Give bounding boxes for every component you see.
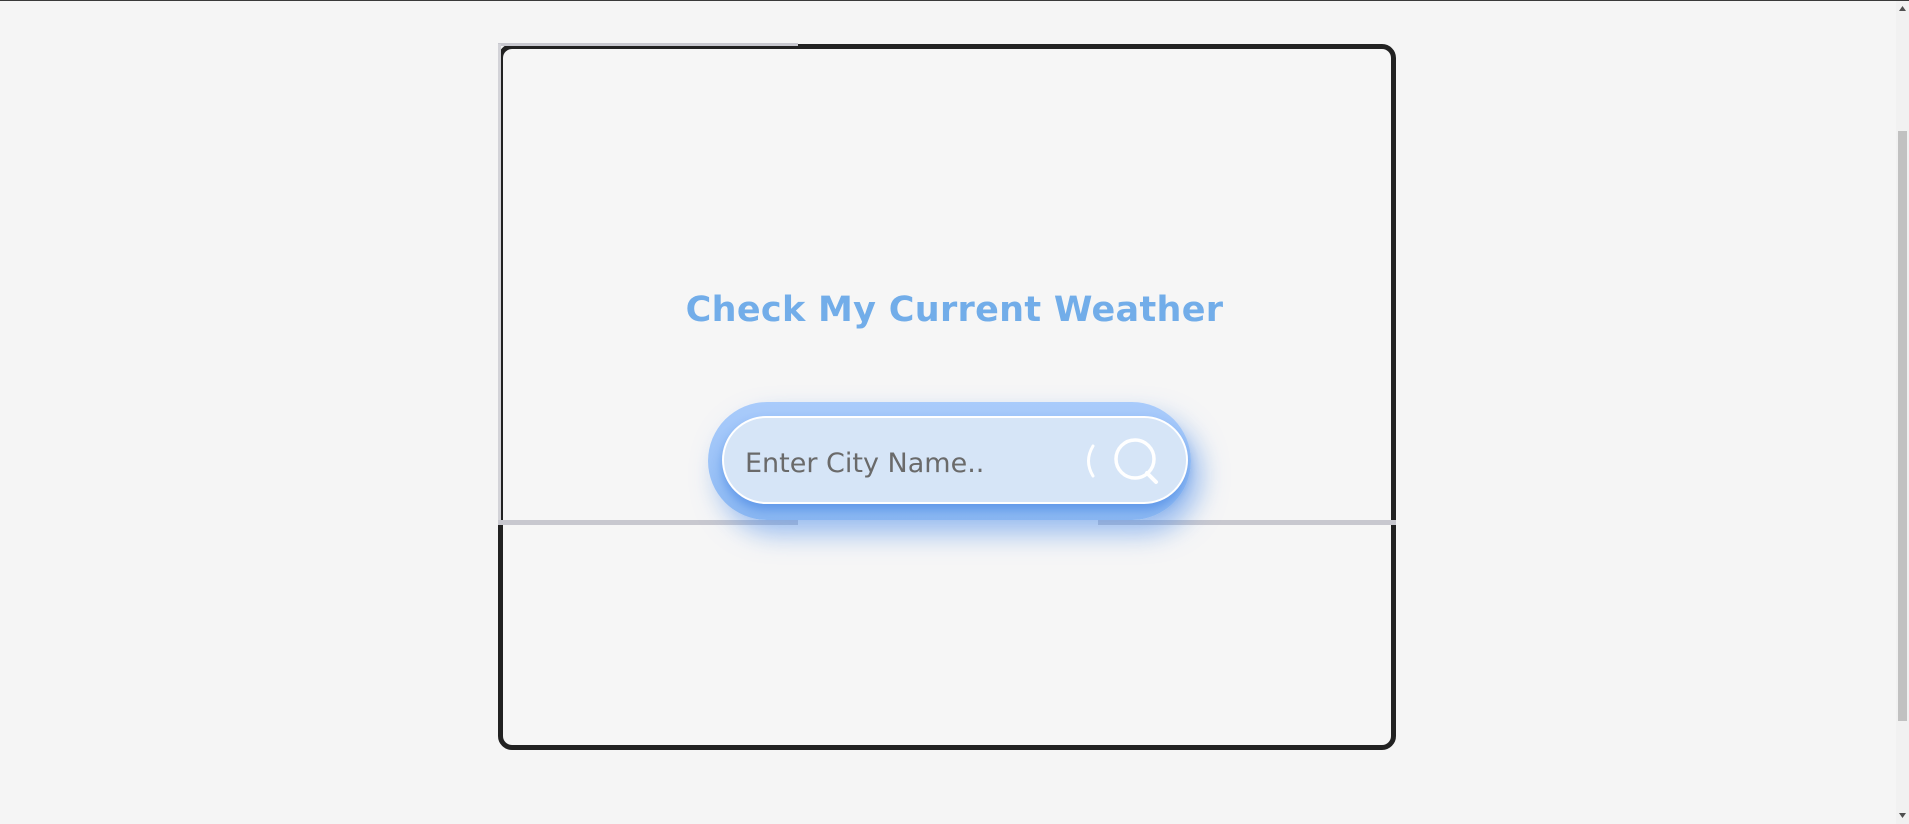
- browser-top-border: [0, 0, 1909, 1]
- search-icon: [1087, 438, 1158, 484]
- scroll-down-arrow-icon[interactable]: [1898, 811, 1907, 820]
- search-button[interactable]: [1083, 432, 1165, 490]
- card-decor-middle-right-segment: [1098, 520, 1396, 525]
- page-title: Check My Current Weather: [685, 290, 1224, 330]
- city-search-input[interactable]: [745, 441, 1075, 485]
- scrollbar-thumb[interactable]: [1898, 131, 1907, 721]
- scroll-up-arrow-icon[interactable]: [1898, 4, 1907, 13]
- card-decor-left-segment: [498, 44, 501, 522]
- weather-card: [498, 44, 1396, 750]
- card-decor-middle-left-segment: [498, 520, 798, 525]
- card-decor-top-segment: [498, 43, 798, 46]
